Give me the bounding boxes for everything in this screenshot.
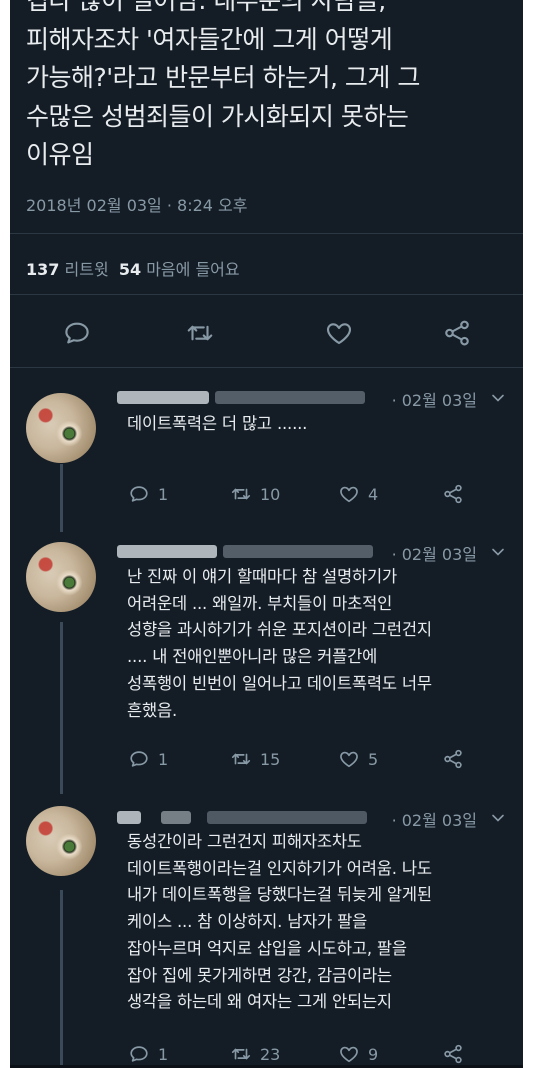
- reply-text-line: 난 진짜 이 얘기 할때마다 참 설명하기가: [127, 567, 397, 586]
- reply-retweet-button[interactable]: 10: [230, 483, 280, 505]
- avatar[interactable]: [26, 393, 96, 463]
- reply-text: 데이트폭력은 더 많고 ......: [127, 411, 517, 438]
- reply-share-button[interactable]: [442, 748, 472, 770]
- reply-reply-button[interactable]: 1: [128, 1043, 168, 1065]
- avatar[interactable]: [26, 806, 96, 876]
- like-icon: [340, 751, 358, 768]
- like-count[interactable]: 54: [119, 260, 141, 279]
- retweet-count: 10: [260, 484, 281, 504]
- divider: [10, 233, 523, 234]
- reply-count: 1: [158, 484, 169, 504]
- reply-retweet-button[interactable]: 15: [230, 748, 280, 770]
- retweet-count: 15: [260, 749, 281, 769]
- reply-text-line: 데이트폭력은 더 많고 ......: [127, 414, 308, 433]
- reply-icon: [130, 1046, 148, 1062]
- like-icon: [340, 1046, 358, 1063]
- tweet-stats: 137 리트윗 54 마음에 들어요: [26, 256, 240, 280]
- like-icon: [326, 323, 352, 345]
- tweet-text-line: 이유임: [26, 140, 94, 169]
- reply-date: · 02월 03일: [391, 811, 477, 830]
- retweet-icon: [231, 753, 251, 765]
- tweet-text: 컵다 많이 일어남. 내부분의 사람들, 피해자조차 '여자들간에 그게 어떻게…: [26, 0, 516, 175]
- tweet-actions: [10, 318, 523, 348]
- reply-reply-button[interactable]: 1: [128, 483, 168, 505]
- reply-text-line: 케이스 ... 참 이상하지. 남자가 팔을: [127, 912, 368, 932]
- like-count: 4: [368, 484, 379, 504]
- reply-text: 동성간이라 그런건지 피해자조차도 데이트폭행이라는걸 인지하기가 어려움. 나…: [127, 829, 517, 1016]
- like-count: 5: [368, 749, 379, 769]
- chevron-down-icon[interactable]: [491, 811, 505, 825]
- reply-count: 1: [158, 749, 169, 769]
- share-icon: [444, 749, 462, 769]
- share-icon: [444, 1044, 462, 1064]
- reply-reply-button[interactable]: 1: [128, 748, 168, 770]
- reply-text-line: 잡아누르며 억지로 삽입을 시도하고, 팔을: [127, 938, 407, 958]
- like-icon: [340, 486, 358, 503]
- tweet-text-line: 가능해?'라고 반문부터 하는거, 그게 그: [26, 63, 420, 92]
- reply-actions: 1 10 4: [10, 483, 523, 505]
- reply-icon: [65, 322, 89, 344]
- retweet-label[interactable]: 리트윗: [65, 260, 109, 279]
- reply-icon: [130, 486, 148, 502]
- tweet-text-line: 수많은 성범죄들이 가시화되지 못하는: [26, 101, 409, 131]
- share-button[interactable]: [442, 318, 472, 348]
- reply-like-button[interactable]: 5: [338, 748, 378, 770]
- tweet-detail-view: 컵다 많이 일어남. 내부분의 사람들, 피해자조차 '여자들간에 그게 어떻게…: [10, 0, 523, 1068]
- retweet-count: 23: [260, 1044, 281, 1064]
- like-label[interactable]: 마음에 들어요: [146, 260, 239, 279]
- reply-text-line: 성폭행이 빈번이 일어나고 데이트폭력도 너무: [127, 673, 432, 693]
- chevron-down-icon[interactable]: [491, 545, 505, 559]
- retweet-button[interactable]: [185, 318, 215, 348]
- reply-retweet-button[interactable]: 23: [230, 1043, 280, 1065]
- reply-text-line: 생각을 하는데 왜 여자는 그게 안되는지: [127, 992, 392, 1012]
- like-count: 9: [368, 1044, 379, 1064]
- reply-date: · 02월 03일: [391, 545, 477, 564]
- reply-actions: 1 15 5: [10, 748, 523, 770]
- reply-share-button[interactable]: [442, 1043, 472, 1065]
- tweet-timestamp: 2018년 02월 03일 · 8:24 오후: [26, 196, 248, 215]
- reply-share-button[interactable]: [442, 483, 472, 505]
- retweet-count[interactable]: 137: [26, 260, 59, 279]
- reply-count: 1: [158, 1044, 169, 1064]
- reply-date: · 02월 03일: [391, 391, 477, 410]
- tweet-text-line: 피해자조차 '여자들간에 그게 어떻게: [26, 24, 393, 54]
- reply-like-button[interactable]: 9: [338, 1043, 378, 1065]
- share-icon: [444, 484, 462, 504]
- reply-text: 난 진짜 이 얘기 할때마다 참 설명하기가 어려운데 ... 왜일까. 부치들…: [127, 564, 517, 724]
- divider: [10, 367, 523, 368]
- reply-text-line: 잡아 집에 못가게하면 강간, 감금이라는: [127, 965, 392, 985]
- reply-text-line: .... 내 전애인뿐아니라 많은 커플간에: [127, 647, 378, 667]
- reply-button[interactable]: [62, 318, 92, 348]
- reply-like-button[interactable]: 4: [338, 483, 378, 505]
- reply-text-line: 흔했음.: [127, 700, 177, 720]
- like-button[interactable]: [324, 318, 354, 348]
- reply-text-line: 어려운데 ... 왜일까. 부치들이 마초적인: [127, 593, 393, 613]
- tweet-text-line: 컵다 많이 일어남. 내부분의 사람들,: [26, 0, 386, 15]
- share-icon: [445, 320, 469, 346]
- reply-text-line: 성향을 과시하기가 쉬운 포지션이라 그런건지: [127, 620, 432, 640]
- retweet-icon: [231, 1048, 251, 1060]
- reply-text-line: 동성간이라 그런건지 피해자조차도: [127, 832, 362, 851]
- divider: [10, 294, 523, 295]
- reply-actions: 1 23 9: [10, 1043, 523, 1065]
- retweet-icon: [187, 325, 213, 341]
- reply-icon: [130, 751, 148, 767]
- chevron-down-icon[interactable]: [491, 391, 505, 405]
- retweet-icon: [231, 488, 251, 500]
- thread-line: [60, 890, 63, 1068]
- avatar[interactable]: [26, 542, 96, 612]
- reply-text-line: 내가 데이트폭행을 당했다는걸 뒤늦게 알게된: [127, 885, 432, 905]
- reply-text-line: 데이트폭행이라는걸 인지하기가 어려움. 나도: [127, 858, 432, 878]
